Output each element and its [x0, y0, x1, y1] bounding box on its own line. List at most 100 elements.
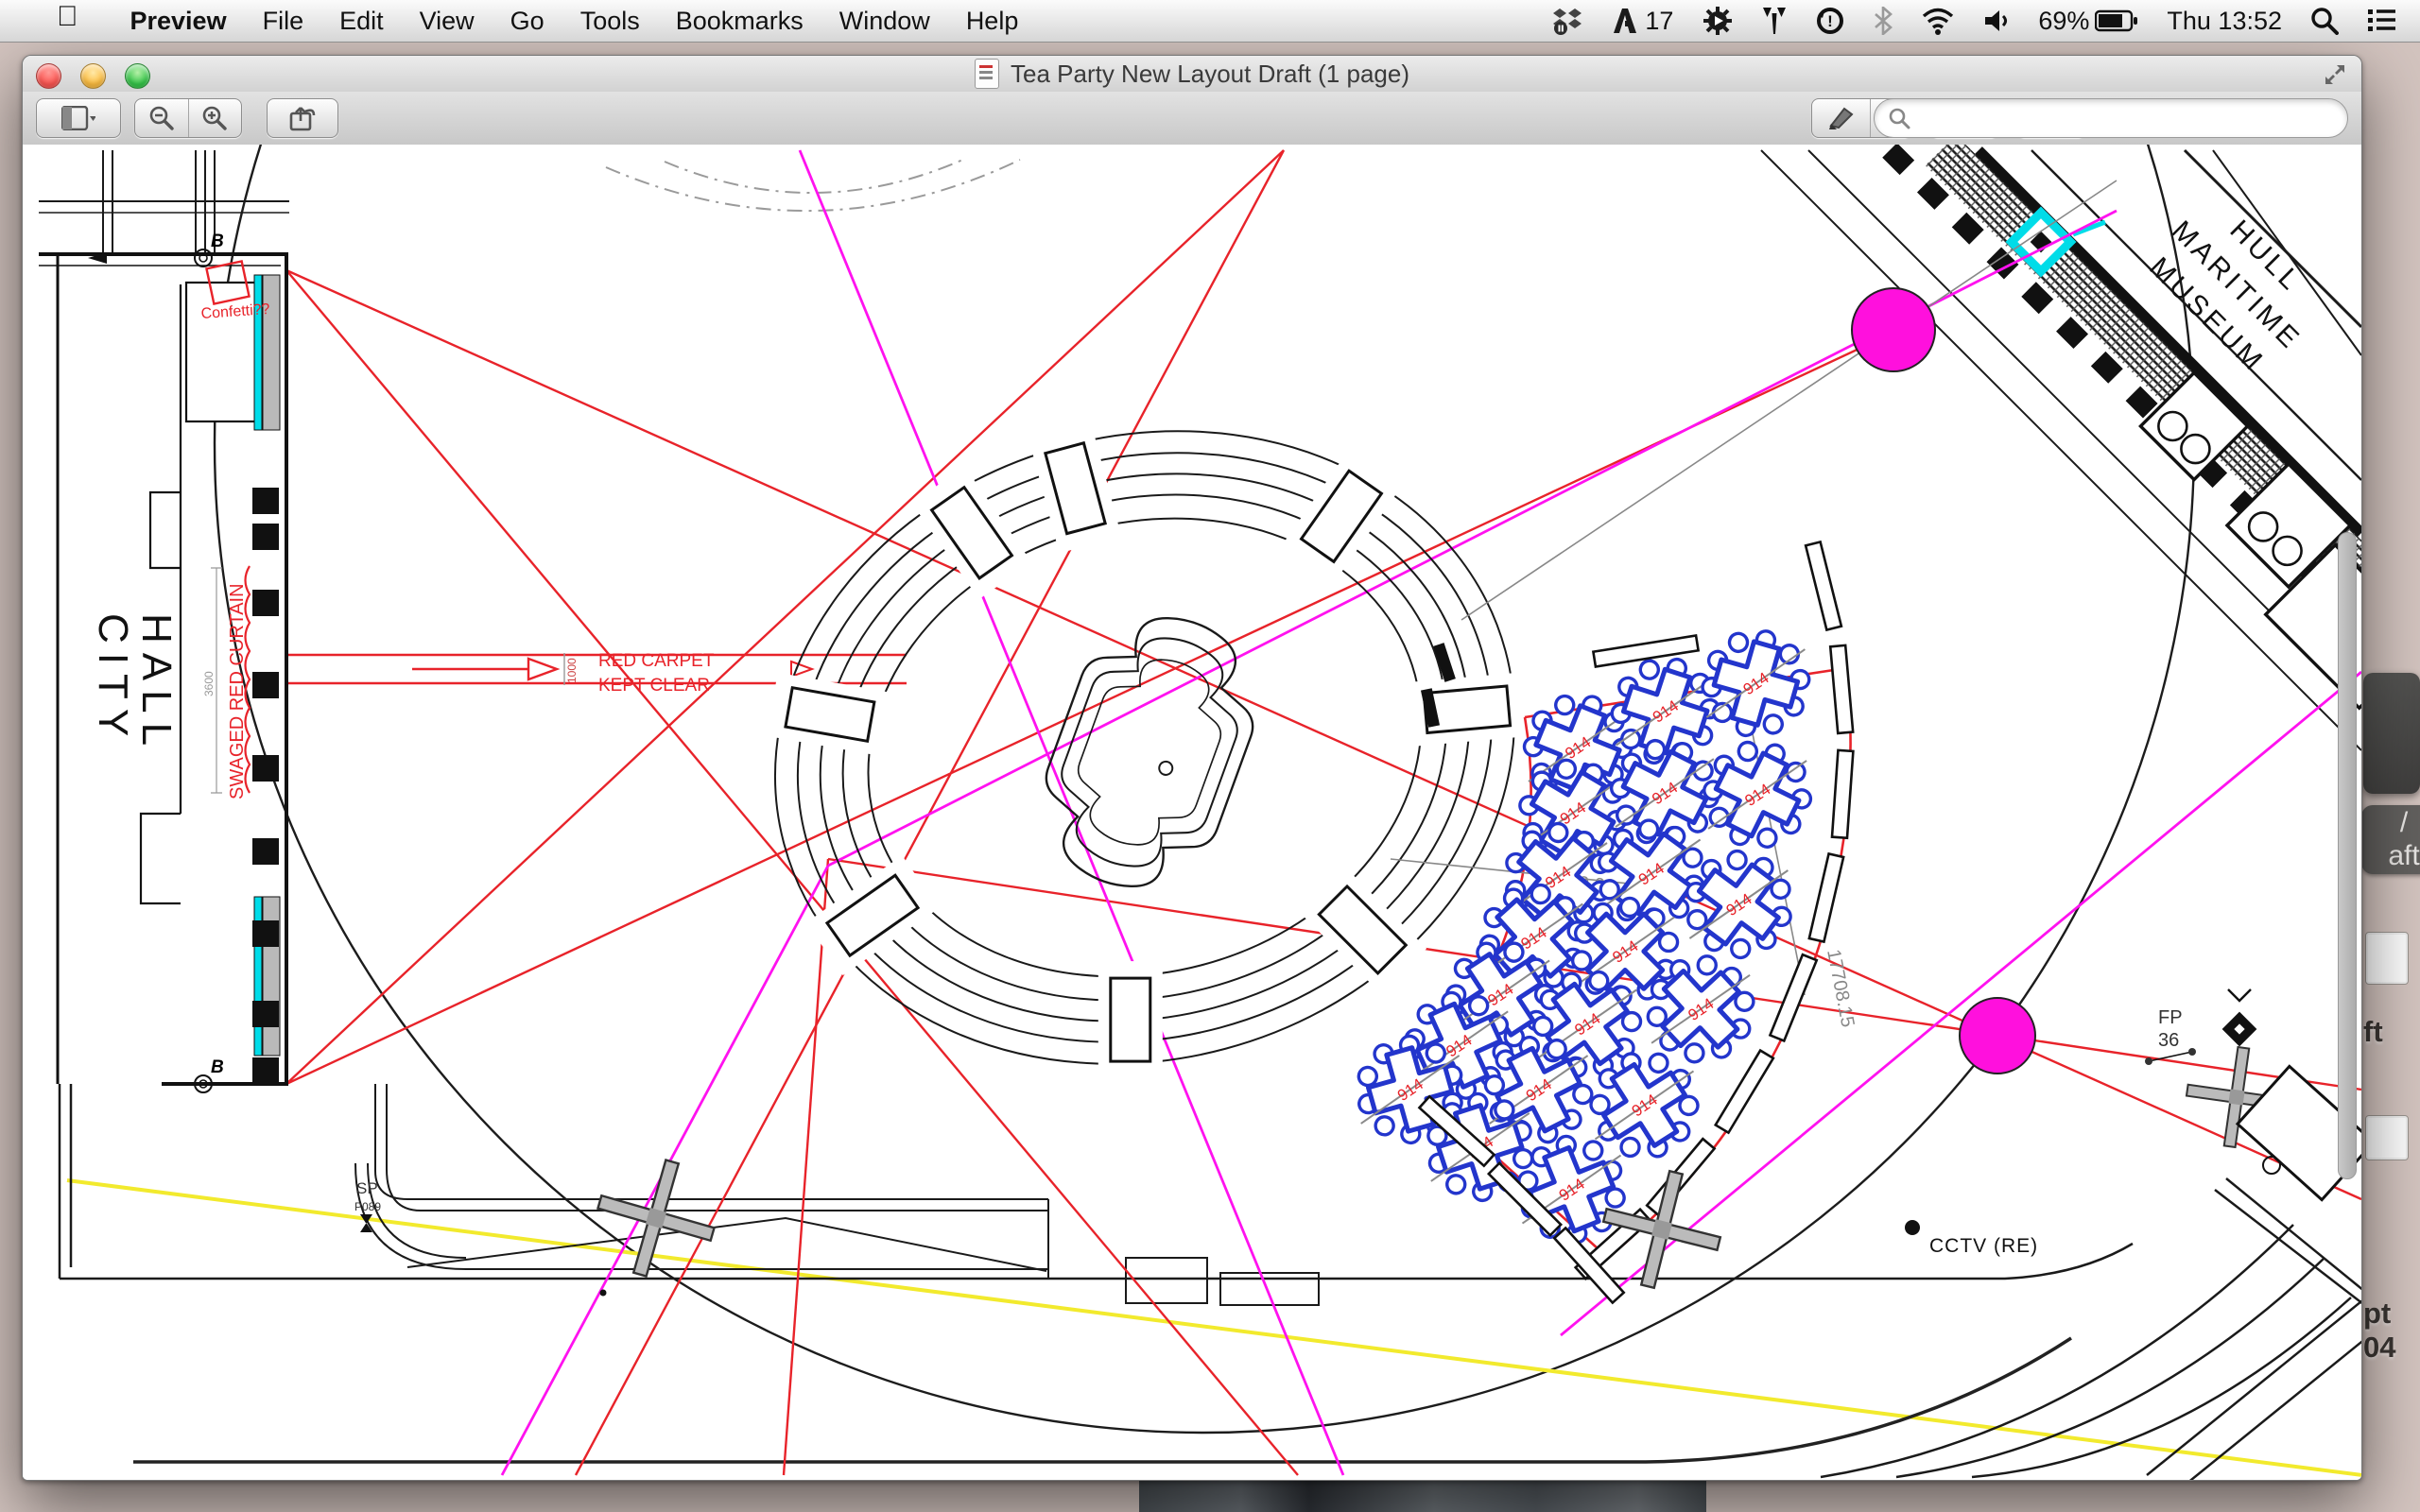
city-hall: CITY HALL B B Confetti??	[39, 232, 286, 1092]
minimize-button[interactable]	[80, 63, 106, 89]
desktop-label-line1: /	[2371, 807, 2420, 840]
search-icon	[1888, 107, 1910, 129]
menu-tools[interactable]: Tools	[562, 0, 658, 42]
menu-bookmarks[interactable]: Bookmarks	[658, 0, 821, 42]
desktop-label-pt: pt	[2363, 1297, 2395, 1331]
curtain-label: SWAGED RED CURTAIN	[227, 583, 248, 799]
curtain-dim: 3600	[202, 671, 216, 696]
document-icon	[975, 59, 999, 89]
menu-edit[interactable]: Edit	[321, 0, 402, 42]
desktop-icon-file2[interactable]	[2365, 1115, 2409, 1160]
fp36-marker: FP 36	[2145, 1007, 2196, 1065]
b-marker-bottom: B	[195, 1057, 224, 1092]
desktop-icon-label-ft[interactable]: ft	[2363, 1015, 2383, 1049]
gear-icon	[1702, 5, 1734, 37]
adobe-count: 17	[1645, 7, 1673, 36]
menu-help[interactable]: Help	[948, 0, 1037, 42]
bluetooth-menu-extra[interactable]	[1866, 0, 1900, 42]
fullscreen-button[interactable]	[2322, 61, 2348, 93]
desktop-label-04: 04	[2363, 1331, 2395, 1365]
tables-dim-long: 17708.15	[1823, 948, 1858, 1029]
menu-window[interactable]: Window	[821, 0, 948, 42]
garden-ring-piers	[767, 423, 1529, 1078]
desktop-icon-file1[interactable]	[2365, 932, 2409, 985]
pink-zone-circle-top	[1852, 288, 1935, 371]
battery-icon	[2095, 9, 2138, 32]
fp-label: FP	[2158, 1007, 2183, 1028]
fork-icon	[1762, 7, 1787, 35]
b-marker-top: B	[195, 232, 224, 266]
desktop-icon-label-draft[interactable]: / aft	[2361, 805, 2420, 874]
menu-clock[interactable]: Thu 13:52	[2159, 0, 2290, 42]
battery-menu-extra[interactable]: 69%	[2031, 0, 2146, 42]
bluetooth-icon	[1874, 7, 1893, 35]
desktop: { "menu_bar": { "apple": "", "active_app…	[0, 0, 2420, 1512]
menu-go[interactable]: Go	[493, 0, 562, 42]
menu-app-name[interactable]: Preview	[112, 0, 245, 42]
apple-menu[interactable]: 	[23, 0, 112, 43]
window-title: Tea Party New Layout Draft (1 page)	[1011, 60, 1409, 89]
wifi-menu-extra[interactable]	[1913, 0, 1962, 42]
b-label-bottom: B	[211, 1057, 224, 1077]
city-hall-label-2: HALL	[133, 613, 180, 755]
highlight-pen-icon	[1827, 105, 1856, 131]
adobe-menu-extra[interactable]: 17	[1603, 0, 1681, 42]
cctv-label: CCTV (RE)	[1929, 1235, 2038, 1257]
cctv-marker: CCTV (RE)	[1905, 1220, 2038, 1257]
menu-bar:  Preview File Edit View Go Tools Bookma…	[0, 0, 2420, 43]
close-button[interactable]	[36, 63, 61, 89]
fp-num: 36	[2158, 1030, 2179, 1051]
fork-menu-extra[interactable]	[1754, 0, 1794, 42]
zoom-in-button[interactable]	[189, 99, 242, 137]
pink-zone-circle-right	[1960, 998, 2035, 1074]
dropbox-icon	[1552, 6, 1582, 36]
city-hall-label-1: CITY	[90, 613, 136, 746]
sp-label: SP	[356, 1179, 378, 1197]
red-sight-lines	[286, 150, 2361, 1475]
carpet-dim: 1000	[565, 658, 579, 683]
vertical-scrollbar-thumb[interactable]	[2338, 532, 2357, 1179]
fountain	[1018, 593, 1281, 911]
zoom-out-button[interactable]	[135, 99, 189, 137]
menu-file[interactable]: File	[245, 0, 322, 42]
zoom-out-icon	[148, 105, 175, 131]
survey-diamond	[2222, 989, 2257, 1046]
share-icon	[288, 104, 317, 132]
apple-icon: 	[40, 1, 95, 37]
battery-percent: 69%	[2038, 7, 2089, 36]
plaza-linework	[39, 150, 2361, 1480]
survey-dot	[600, 1290, 607, 1297]
document-view[interactable]: HULL MARITIME MUSEUM	[23, 145, 2361, 1480]
volume-menu-extra[interactable]	[1976, 0, 2017, 42]
zoom-window-button[interactable]	[125, 63, 150, 89]
adobe-icon	[1611, 7, 1639, 35]
carpet-label-line1: RED CARPET	[598, 651, 715, 671]
preview-window: Tea Party New Layout Draft (1 page)	[22, 55, 2362, 1481]
search-field[interactable]	[1874, 98, 2348, 138]
search-input[interactable]	[1918, 104, 2334, 132]
zoom-in-icon	[201, 105, 228, 131]
spotlight-menu-extra[interactable]	[2303, 0, 2346, 42]
title-bar[interactable]: Tea Party New Layout Draft (1 page)	[23, 56, 2361, 92]
carpet-label-line2: KEPT CLEAR	[598, 676, 710, 696]
desktop-icon-label-pt[interactable]: pt 04	[2363, 1297, 2395, 1365]
wifi-icon	[1921, 7, 1955, 35]
menu-view[interactable]: View	[402, 0, 493, 42]
time-machine-icon: !	[1815, 6, 1845, 36]
notification-center-menu-extra[interactable]	[2360, 0, 2405, 42]
zoom-buttons	[134, 98, 242, 138]
sidebar-button[interactable]	[36, 98, 121, 138]
dropbox-menu-extra[interactable]	[1545, 0, 1590, 42]
highlight-pen-button[interactable]	[1812, 99, 1871, 137]
sidebar-icon	[61, 106, 95, 130]
desktop-icon-thumbnail[interactable]	[2363, 673, 2420, 794]
site-plan-drawing: HULL MARITIME MUSEUM	[23, 145, 2361, 1480]
svg-text:!: !	[1828, 12, 1834, 30]
gear-menu-extra[interactable]	[1694, 0, 1741, 42]
yellow-utility-line	[67, 1180, 2361, 1480]
time-machine-menu-extra[interactable]: !	[1807, 0, 1853, 42]
notification-center-icon	[2367, 8, 2397, 34]
spotlight-icon	[2310, 7, 2339, 35]
share-button[interactable]	[267, 98, 338, 138]
b-label-top: B	[211, 232, 224, 251]
